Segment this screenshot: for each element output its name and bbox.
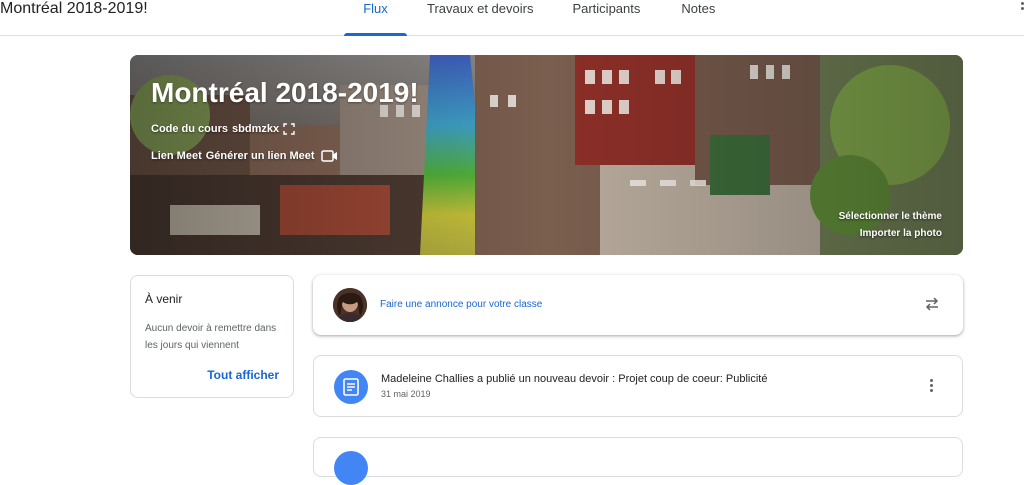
course-code-label: Code du cours: [151, 123, 229, 135]
select-theme-link[interactable]: Sélectionner le thème: [839, 211, 942, 222]
tab-participants[interactable]: Participants: [572, 0, 640, 36]
class-title: Montréal 2018-2019!: [151, 77, 419, 108]
announce-box[interactable]: Faire une annonce pour votre classe: [313, 275, 963, 335]
meet-label: Lien Meet: [151, 150, 202, 162]
assignment-icon: [334, 370, 368, 404]
app-title[interactable]: Montréal 2018-2019!: [0, 0, 148, 18]
tab-bar: Flux Travaux et devoirs Participants Not…: [344, 0, 715, 36]
tab-travaux-et-devoirs[interactable]: Travaux et devoirs: [427, 0, 533, 36]
post-title[interactable]: Madeleine Challies a publié un nouveau d…: [381, 373, 767, 385]
upcoming-card: À venir Aucun devoir à remettre dans les…: [130, 275, 294, 398]
class-banner: Montréal 2018-2019! Code du cours sbdmzk…: [130, 55, 963, 255]
upcoming-empty-text: Aucun devoir à remettre dans les jours q…: [145, 323, 277, 351]
top-bar: Montréal 2018-2019! Flux Travaux et devo…: [0, 0, 1024, 36]
tab-notes[interactable]: Notes: [681, 0, 715, 36]
announce-placeholder[interactable]: Faire une annonce pour votre classe: [380, 299, 542, 310]
repost-arrows-icon[interactable]: [923, 295, 941, 313]
video-camera-icon[interactable]: [319, 150, 339, 162]
tab-flux[interactable]: Flux: [344, 0, 407, 36]
more-vert-icon[interactable]: [930, 379, 934, 395]
generate-meet-link[interactable]: Générer un lien Meet: [206, 150, 315, 162]
course-code-value: sbdmzkx: [232, 123, 280, 135]
meet-link-row: Lien Meet Générer un lien Meet: [151, 150, 339, 162]
assignment-icon: [334, 451, 368, 485]
stream-post[interactable]: Madeleine Challies a publié un nouveau d…: [313, 355, 963, 417]
import-photo-link[interactable]: Importer la photo: [860, 228, 942, 239]
upcoming-title: À venir: [145, 292, 183, 306]
avatar: [333, 288, 367, 322]
fullscreen-icon[interactable]: [283, 123, 295, 135]
settings-icon[interactable]: [1018, 0, 1024, 16]
post-date: 31 mai 2019: [381, 389, 431, 399]
stream-post[interactable]: [313, 437, 963, 485]
course-code-row: Code du cours sbdmzkx: [151, 123, 295, 135]
view-all-link[interactable]: Tout afficher: [207, 368, 279, 382]
